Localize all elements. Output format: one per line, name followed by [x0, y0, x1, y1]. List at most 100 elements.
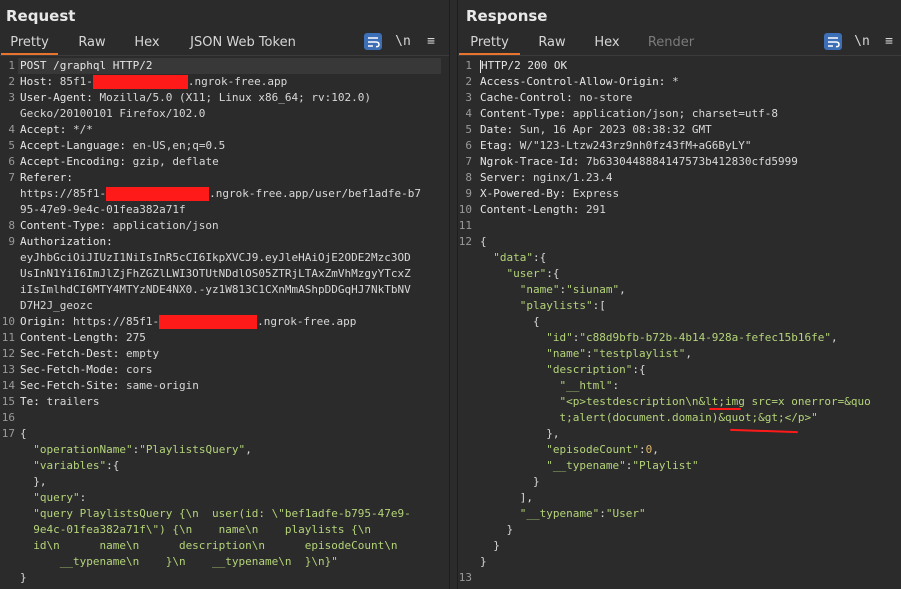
code-line: "__typename":"Playlist" [458, 458, 901, 474]
response-title: Response [466, 7, 548, 25]
code-text: id\n name\n description\n episodeCount\n [20, 538, 397, 554]
response-tab-pretty[interactable]: Pretty [459, 33, 520, 55]
code-line: D7H2J_geozc [0, 298, 449, 314]
response-tab-raw[interactable]: Raw [531, 33, 573, 53]
code-token: same-origin [125, 379, 199, 392]
code-text: "episodeCount":0, [480, 442, 659, 458]
code-token: 291 [585, 203, 606, 216]
code-token: "testplaylist" [592, 347, 686, 360]
code-line: 12 { [458, 234, 901, 250]
code-line: 3 User-Agent: Mozilla/5.0 (X11; Linux x86… [0, 90, 449, 106]
request-tab-hex[interactable]: Hex [126, 33, 168, 53]
code-text: Sec-Fetch-Mode: cors [20, 362, 152, 378]
code-text: "data":{ [480, 250, 546, 266]
response-menu-icon[interactable]: ≡ [881, 33, 897, 51]
request-menu-icon[interactable]: ≡ [423, 33, 439, 51]
request-editor[interactable]: 1 POST /graphql HTTP/2 2 Host: 85f1- .ngrok-… [0, 58, 449, 589]
request-tab-pretty[interactable]: Pretty [1, 33, 58, 55]
request-title: Request [6, 7, 76, 25]
response-tab-hex[interactable]: Hex [586, 33, 628, 53]
pane-splitter[interactable] [449, 0, 458, 589]
code-line: 17 { [0, 426, 449, 442]
code-text: "variables":{ [20, 458, 119, 474]
line-number: 13 [1, 363, 15, 376]
code-line: { [458, 314, 901, 330]
code-token: ], [480, 491, 533, 504]
code-token: } [20, 571, 27, 584]
code-text: "__html": [480, 378, 619, 394]
line-number: 2 [8, 75, 15, 88]
code-token: * [672, 75, 679, 88]
code-token: "PlaylistsQuery" [139, 443, 246, 456]
code-token: "description" [546, 363, 633, 376]
response-tab-render: Render [647, 35, 695, 50]
line-number: 3 [8, 91, 15, 104]
code-line: } [458, 554, 901, 570]
line-number: 13 [458, 571, 472, 584]
code-line: "playlists":[ [458, 298, 901, 314]
code-text: Accept: */* [20, 122, 93, 138]
code-line: }, [458, 426, 901, 442]
code-text: "playlists":[ [480, 298, 606, 314]
code-token: "operationName" [33, 443, 133, 456]
request-newline-icon[interactable]: \n [394, 33, 412, 51]
code-token: "playlists" [519, 299, 593, 312]
line-number: 5 [8, 139, 15, 152]
code-text: Content-Length: 291 [480, 202, 606, 218]
code-line: "name":"siunam", [458, 282, 901, 298]
code-token: }, [480, 427, 560, 440]
code-line: }, [0, 474, 449, 490]
code-line: 15 Te: trailers [0, 394, 449, 410]
code-token: W/"123-Ltzw243rz9nh0fz43fM+aG6ByLY" [519, 139, 752, 152]
code-token: Access-Control-Allow-Origin: [480, 75, 673, 88]
code-token: "query PlaylistsQuery {\n user(id: \"bef… [20, 507, 411, 520]
code-token: Sec-Fetch-Mode: [20, 363, 126, 376]
code-text: Cache-Control: no-store [480, 90, 632, 106]
code-line: "operationName":"PlaylistsQuery", [0, 442, 449, 458]
code-line: __typename\n }\n __typename\n }\n}" [0, 554, 449, 570]
code-token: Date: [480, 123, 520, 136]
line-number: 14 [1, 379, 15, 392]
code-token: { [480, 235, 487, 248]
code-line: 11 [458, 218, 901, 234]
code-token: : [612, 379, 620, 392]
code-line: eyJhbGciOiJIUzI1NiIsInR5cCI6IkpXVCJ9.eyJ… [0, 250, 449, 266]
code-token: : [585, 347, 593, 360]
request-format-icon[interactable] [364, 33, 382, 50]
code-line: 1 POST /graphql HTTP/2 [0, 58, 449, 74]
code-text: "name":"testplaylist", [480, 346, 692, 362]
code-token: Ngrok-Trace-Id: [480, 155, 586, 168]
code-token: Te: [20, 395, 47, 408]
code-token: : [638, 443, 646, 456]
code-token: application/json; charset=utf-8 [572, 107, 779, 120]
code-token: POST /graphql HTTP/2 [20, 59, 153, 72]
annotation-underline [709, 408, 741, 410]
response-editor[interactable]: 1 HTTP/2 200 OK 2 Access-Control-Allow-Orig… [458, 58, 901, 589]
code-text: https://85f1- .ngrok-free.app/user/bef1ad… [20, 186, 421, 202]
line-number: 7 [465, 155, 472, 168]
line-number: 11 [458, 219, 472, 232]
code-token: User-Agent: [20, 91, 100, 104]
response-newline-icon[interactable]: \n [853, 33, 871, 51]
request-tab-raw[interactable]: Raw [70, 33, 114, 53]
code-line: 2 Access-Control-Allow-Origin: * [458, 74, 901, 90]
line-number: 17 [1, 427, 15, 440]
code-text: } [480, 554, 487, 570]
code-token: HTTP/2 200 OK [481, 59, 568, 72]
redaction-block [92, 75, 188, 89]
code-token: }, [20, 475, 47, 488]
code-line: 4 Accept: */* [0, 122, 449, 138]
response-pane: Response Pretty Raw Hex Render \n ≡ 1 HTT… [458, 0, 901, 589]
code-text: "query PlaylistsQuery {\n user(id: \"bef… [20, 506, 411, 522]
request-tab-divider [0, 55, 449, 56]
request-tab-json-web-token[interactable]: JSON Web Token [180, 33, 306, 53]
code-token: Gecko/20100101 Firefox/102.0 [20, 107, 206, 120]
response-format-icon[interactable] [824, 33, 842, 50]
code-line: 5 Accept-Language: en-US,en;q=0.5 [0, 138, 449, 154]
